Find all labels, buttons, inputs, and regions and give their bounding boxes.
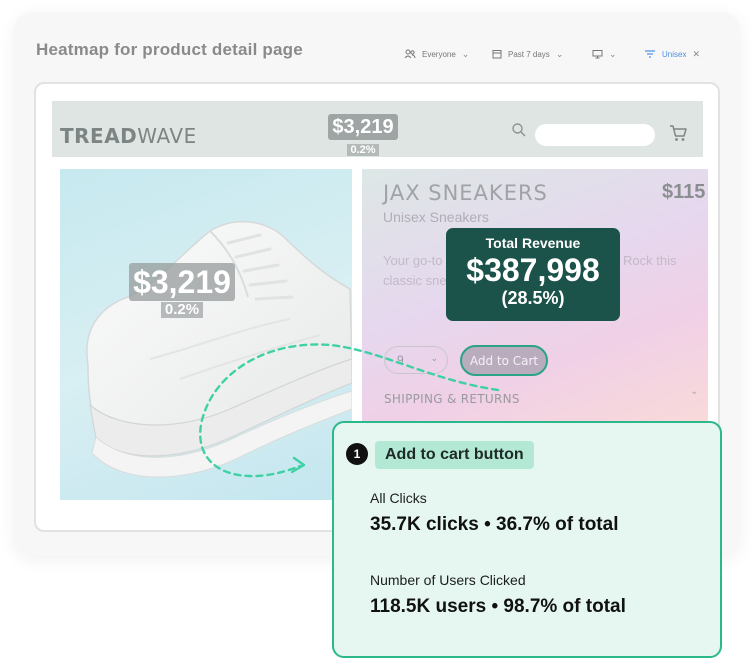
shipping-returns-accordion[interactable]: SHIPPING & RETURNS <box>384 392 520 406</box>
all-clicks-label: All Clicks <box>370 490 427 506</box>
image-stat-pct: 0.2% <box>160 302 204 318</box>
chevron-down-icon: ⌄ <box>555 48 564 59</box>
cart-icon[interactable] <box>668 123 688 143</box>
store-search-input[interactable] <box>535 124 655 146</box>
audience-filter-label: Everyone <box>422 49 456 59</box>
tooltip-step-number: 1 <box>346 443 368 465</box>
page-title: Heatmap for product detail page <box>36 40 303 59</box>
desc-line2: classic sne <box>383 273 447 288</box>
nav-stat-pct: 0.2% <box>347 144 379 156</box>
users-icon <box>404 49 416 59</box>
date-filter-label: Past 7 days <box>508 49 550 59</box>
product-subtitle: Unisex Sneakers <box>383 209 489 225</box>
store-logo[interactable]: TREADWAVE <box>60 124 197 148</box>
search-icon[interactable] <box>511 122 527 138</box>
logo-light-text: WAVE <box>137 124 197 148</box>
revenue-value: $387,998 <box>466 252 600 288</box>
date-filter[interactable]: Past 7 days ⌄ <box>492 44 563 64</box>
desc-start: Your go-to <box>383 253 443 268</box>
audience-filter[interactable]: Everyone ⌄ <box>404 44 469 64</box>
nav-stat-value: $3,219 <box>328 114 398 140</box>
device-filter[interactable]: ⌄ <box>592 44 617 64</box>
tooltip-title: Add to cart button <box>375 441 534 469</box>
product-price: $115 <box>662 181 706 203</box>
segment-filter-label: Unisex <box>662 49 687 59</box>
nav-heatmap-stat: $3,219 0.2% <box>324 114 402 158</box>
chevron-down-icon: ⌄ <box>461 48 470 59</box>
desc-tail: Rock this <box>623 253 677 268</box>
size-select[interactable]: 9 ⌄ <box>384 346 448 374</box>
chevron-down-icon[interactable]: ⌄ <box>690 386 698 397</box>
revenue-pct: (28.5%) <box>501 288 565 308</box>
segment-filter[interactable]: Unisex ✕ <box>644 44 700 64</box>
monitor-icon <box>592 50 603 59</box>
product-image[interactable] <box>60 169 352 500</box>
users-clicked-value: 118.5K users • 98.7% of total <box>370 596 626 617</box>
logo-bold-text: TREAD <box>60 124 138 148</box>
close-icon[interactable]: ✕ <box>692 49 700 60</box>
filter-icon <box>645 50 655 58</box>
chevron-down-icon: ⌄ <box>430 353 438 363</box>
size-value: 9 <box>397 353 404 367</box>
sneaker-illustration <box>86 220 352 478</box>
chevron-down-icon: ⌄ <box>609 48 617 59</box>
add-to-cart-button[interactable]: Add to Cart <box>460 345 548 376</box>
total-revenue-badge: Total Revenue $387,998 (28.5%) <box>446 228 620 321</box>
revenue-label: Total Revenue <box>485 235 581 251</box>
image-stat-value: $3,219 <box>129 263 235 301</box>
calendar-icon <box>492 50 502 59</box>
image-heatmap-stat: $3,219 0.2% <box>126 263 238 319</box>
all-clicks-value: 35.7K clicks • 36.7% of total <box>370 514 619 535</box>
product-name: JAX SNEAKERS <box>383 181 548 205</box>
users-clicked-label: Number of Users Clicked <box>370 572 526 588</box>
